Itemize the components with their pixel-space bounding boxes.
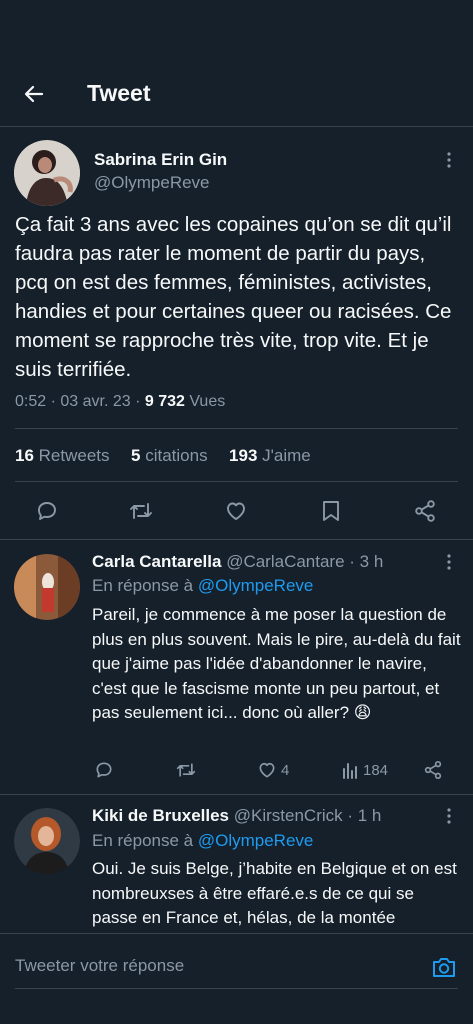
reply-to-link[interactable]: @OlympeReve <box>198 576 314 595</box>
heart-icon <box>259 762 275 778</box>
back-button[interactable] <box>18 78 50 110</box>
retweet-button[interactable] <box>127 497 155 525</box>
like-button[interactable]: 4 <box>257 759 289 781</box>
heart-icon <box>227 502 245 520</box>
reply-context: En réponse à @OlympeReve <box>92 576 313 596</box>
retweet-icon <box>130 503 152 519</box>
share-icon <box>424 761 442 780</box>
reply-to-link[interactable]: @OlympeReve <box>198 831 314 850</box>
reply-divider <box>0 794 473 795</box>
composer-underline <box>15 988 458 989</box>
reply-author-handle[interactable]: @KirstenCrick <box>234 806 343 825</box>
reply-author-handle[interactable]: @CarlaCantare <box>226 552 344 571</box>
reply-input[interactable]: Tweeter votre réponse <box>15 956 184 976</box>
reply-header: Carla Cantarella @CarlaCantare · 3 h <box>92 552 383 572</box>
retweets-label: Retweets <box>38 446 110 465</box>
reply-prefix: En réponse à <box>92 576 198 595</box>
quotes-label: citations <box>145 446 208 465</box>
reply-icon <box>96 762 112 778</box>
quotes-count: 5 <box>131 446 141 465</box>
reply-button[interactable] <box>92 758 116 782</box>
stats-divider <box>15 481 458 482</box>
bookmark-button[interactable] <box>317 497 345 525</box>
tweet-stats: 16 Retweets 5 citations 193 J'aime <box>15 446 311 466</box>
views-count: 9 732 <box>144 393 185 410</box>
tweet-divider <box>0 539 473 540</box>
tweet-meta: 0:52 · 03 avr. 23 · 9 732 Vues <box>15 393 225 411</box>
tweet-text: Ça fait 3 ans avec les copaines qu’on se… <box>15 213 452 381</box>
avatar[interactable] <box>14 808 80 874</box>
retweets-count: 16 <box>15 446 34 465</box>
like-button[interactable] <box>222 497 250 525</box>
reply-text: Pareil, je commence à me poser la questi… <box>92 605 461 722</box>
likes-count: 193 <box>229 446 258 465</box>
reply-composer: Tweeter votre réponse <box>0 933 473 1024</box>
bookmark-icon <box>323 501 339 521</box>
reply-time: · 3 h <box>344 552 384 571</box>
more-options-icon[interactable] <box>439 806 459 826</box>
views-label: Vues <box>184 393 226 410</box>
share-button[interactable] <box>411 497 439 525</box>
camera-icon <box>433 958 455 977</box>
reply-text: Oui. Je suis Belge, j’habite en Belgique… <box>92 859 457 927</box>
reply-button[interactable] <box>33 497 61 525</box>
avatar[interactable] <box>14 554 80 620</box>
avatar[interactable] <box>14 140 80 206</box>
reply-context: En réponse à @OlympeReve <box>92 831 313 851</box>
reply-prefix: En réponse à <box>92 831 198 850</box>
quotes-stat[interactable]: 5 citations <box>131 446 208 465</box>
camera-button[interactable] <box>430 953 458 981</box>
more-options-icon[interactable] <box>439 150 459 170</box>
likes-stat[interactable]: 193 J'aime <box>229 446 311 465</box>
share-icon <box>415 500 435 522</box>
author-name[interactable]: Sabrina Erin Gin <box>94 150 227 170</box>
timestamp: 0:52 · 03 avr. 23 · <box>15 393 145 410</box>
views-count: 184 <box>363 761 389 779</box>
reply-header: Kiki de Bruxelles @KirstenCrick · 1 h <box>92 806 381 826</box>
meta-divider <box>15 428 458 429</box>
reply-time: · 1 h <box>342 806 382 825</box>
page-title: Tweet <box>87 80 151 106</box>
retweet-icon <box>176 763 196 777</box>
reply-author-name[interactable]: Kiki de Bruxelles <box>92 806 229 825</box>
header-divider <box>0 126 473 127</box>
analytics-icon <box>343 763 357 779</box>
more-options-icon[interactable] <box>439 552 459 572</box>
share-button[interactable] <box>421 758 445 782</box>
arrow-left-icon <box>24 85 44 103</box>
retweets-stat[interactable]: 16 Retweets <box>15 446 110 465</box>
views-button[interactable]: 184 <box>341 759 388 781</box>
reply-author-name[interactable]: Carla Cantarella <box>92 552 221 571</box>
like-count: 4 <box>281 761 290 779</box>
retweet-button[interactable] <box>173 758 199 782</box>
likes-label: J'aime <box>262 446 311 465</box>
reply-icon <box>38 502 56 520</box>
author-handle[interactable]: @OlympeReve <box>94 173 210 193</box>
